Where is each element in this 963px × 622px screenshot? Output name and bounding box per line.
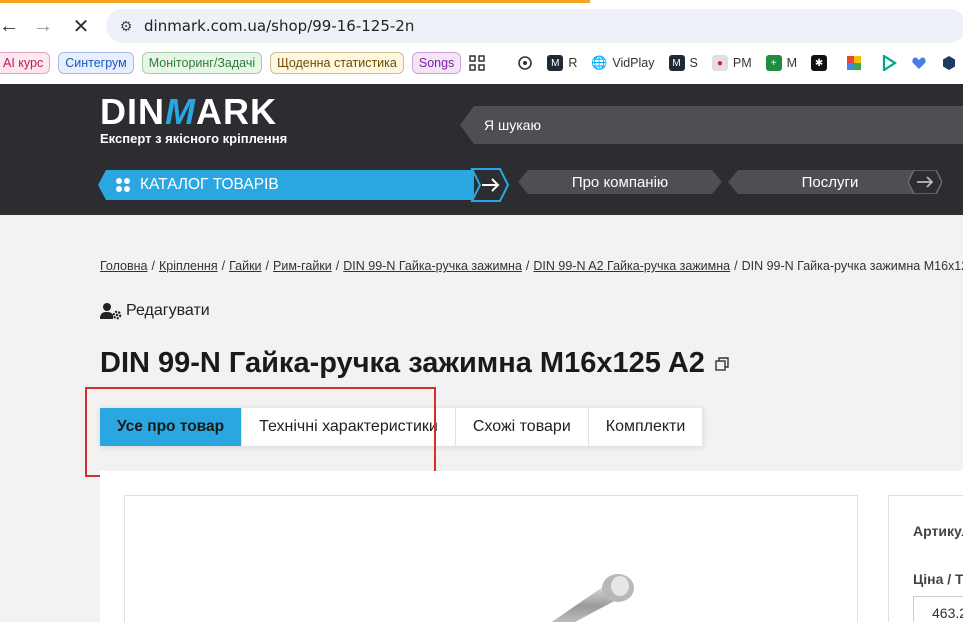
bookmark-photos-icon[interactable] [846,55,867,71]
highlight-annotation-box [85,387,436,477]
product-image [551,574,634,622]
breadcrumb-home[interactable]: Головна [100,259,148,273]
bookmark-play-icon[interactable] [881,55,898,71]
article-label: Артикул [913,523,963,539]
url-text: dinmark.com.ua/shop/99-16-125-2n [144,17,415,35]
menu-about-company[interactable]: Про компанію [518,170,722,194]
catalog-arrow-icon[interactable] [470,168,510,202]
breadcrumb-din99n[interactable]: DIN 99-N Гайка-ручка зажимна [343,259,522,273]
sheets-icon: + [765,55,782,71]
bookmark-r[interactable]: MR [547,55,577,71]
breadcrumb-fasteners[interactable]: Кріплення [159,259,218,273]
dinmark-logo[interactable]: DINMARK Експерт з якісного кріплення [100,91,288,147]
dark-logo-icon: ✱ [811,55,828,71]
globe-icon: 🌐 [591,55,608,71]
breadcrumb: Головна / Кріплення / Гайки / Рим-гайки / DIN 99… [100,259,963,273]
apps-grid-icon[interactable] [469,55,486,71]
copy-icon[interactable] [715,356,729,371]
r-site-icon: M [547,55,564,71]
address-bar[interactable]: ⚙ dinmark.com.ua/shop/99-16-125-2n [106,9,963,43]
hex-icon [943,56,956,70]
tab-similar-products[interactable]: Схожі товари [456,408,589,446]
bookmark-syntegrum[interactable]: Синтегрум [58,52,134,74]
pm-site-icon: ● [711,55,728,71]
user-gear-icon [100,303,122,320]
back-arrow-icon[interactable]: ← [0,13,22,39]
price-label: Ціна / Т [913,571,963,587]
bookmarks-bar: AI курс Синтегрум Моніторинг/Задачі Щоде… [0,50,963,76]
bookmark-pm[interactable]: ● PM [711,55,752,71]
menu-scroll-arrow-icon[interactable] [908,170,942,194]
site-settings-icon[interactable]: ⚙ [114,18,138,35]
bookmark-monitoring[interactable]: Моніторинг/Задачі [141,52,263,74]
catalog-label: КАТАЛОГ ТОВАРІВ [140,176,279,193]
forward-arrow-icon[interactable]: → [30,13,56,39]
logo-tagline: Експерт з якісного кріплення [100,131,288,146]
catalog-button[interactable]: КАТАЛОГ ТОВАРІВ [98,170,474,200]
bookmark-m[interactable]: + M [765,55,797,71]
search-input[interactable]: Я шукаю [460,106,963,144]
photos-icon [846,55,863,71]
price-field[interactable]: 463.2 [913,596,963,622]
bookmark-songs[interactable]: Songs [411,52,462,74]
breadcrumb-eye-nuts[interactable]: Рим-гайки [273,259,332,273]
bookmark-hex-icon[interactable] [941,55,957,71]
heart-icon [912,57,926,69]
bookmark-vidplay[interactable]: 🌐 VidPlay [591,55,655,71]
breadcrumb-nuts[interactable]: Гайки [229,259,261,273]
play-icon [882,55,898,71]
search-placeholder: Я шукаю [484,117,541,133]
breadcrumb-current: DIN 99-N Гайка-ручка зажимна M16x125 A2 [741,259,963,273]
bookmark-s[interactable]: MS [668,55,698,71]
page-title: DIN 99-N Гайка-ручка зажимна M16x125 A2 [100,347,729,380]
edit-link[interactable]: Редагувати [100,302,210,320]
page-load-progress [0,0,590,3]
logo-wordmark: DINMARK [100,91,277,132]
bookmark-ai-course[interactable]: AI курс [0,52,51,74]
bookmark-daily-stats[interactable]: Щоденна статистика [270,52,404,74]
stop-loading-icon[interactable]: ✕ [68,13,94,39]
edit-label: Редагувати [126,302,210,319]
grid-dots-icon [116,178,130,192]
tab-kits[interactable]: Комплекти [589,408,704,446]
bookmark-openai-icon[interactable] [517,55,533,71]
bookmark-heart-icon[interactable] [911,55,927,71]
product-image-box[interactable] [124,495,858,622]
breadcrumb-din99n-a2[interactable]: DIN 99-N A2 Гайка-ручка зажимна [533,259,730,273]
s-site-icon: M [668,55,685,71]
browser-chrome: ← → ✕ ⚙ dinmark.com.ua/shop/99-16-125-2n… [0,0,963,84]
menu-services[interactable]: Послуги [728,170,932,194]
site-header: DINMARK Експерт з якісного кріплення Я ш… [0,84,963,215]
bookmark-logo-icon[interactable]: ✱ [811,55,832,71]
